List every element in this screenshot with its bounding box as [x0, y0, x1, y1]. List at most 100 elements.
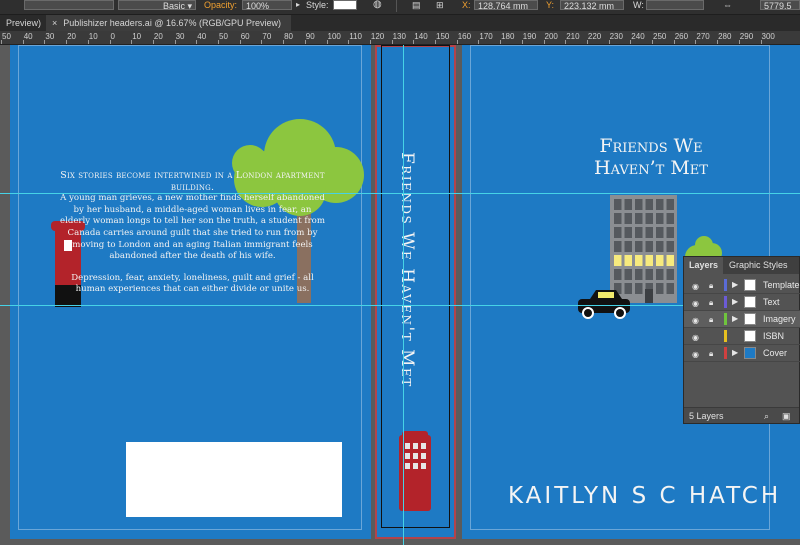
layer-row-cover[interactable]: ◉ 🔒︎ ▶ Cover	[684, 345, 800, 362]
front-title[interactable]: Friends We Haven’t Met	[590, 135, 712, 179]
link-icon[interactable]: ⇔	[723, 0, 732, 10]
layers-panel[interactable]: Layers Graphic Styles ◉ 🔒︎ ▶ Template ◉ 🔒︎ ▶ Te…	[683, 256, 800, 424]
brush-definition-dropdown[interactable]: Basic ▾	[118, 0, 196, 11]
building-window	[635, 241, 643, 252]
distribute-icon[interactable]: ⊞	[436, 0, 444, 10]
style-swatch[interactable]	[333, 0, 357, 10]
tab-label: Publishizer headers.ai @ 16.67% (RGB/GPU…	[63, 18, 281, 28]
opacity-dropdown-icon[interactable]: ▸	[296, 0, 300, 10]
vertical-guide[interactable]	[403, 45, 404, 545]
layer-name[interactable]: Imagery	[763, 314, 796, 324]
tab-publishizer-headers[interactable]: × Publishizer headers.ai @ 16.67% (RGB/GP…	[46, 15, 291, 31]
opacity-field[interactable]: 100%	[242, 0, 292, 11]
layer-thumbnail	[744, 330, 756, 342]
building-window	[635, 255, 643, 266]
layer-thumbnail	[744, 347, 756, 359]
building-window	[614, 199, 622, 210]
layer-color-swatch	[724, 279, 727, 291]
building-window	[624, 241, 632, 252]
horizontal-guide-top[interactable]	[0, 193, 800, 194]
tab-layers[interactable]: Layers	[684, 257, 724, 274]
back-cover-blurb[interactable]: Six stories become intertwined in a Lond…	[60, 170, 325, 296]
new-layer-icon[interactable]: ▣	[782, 408, 791, 424]
ruler-tick	[521, 40, 523, 44]
triangle-right-icon[interactable]: ▶	[732, 280, 738, 289]
eye-icon[interactable]: ◉	[692, 282, 699, 291]
ruler-tick-label: 270	[696, 32, 710, 41]
lock-icon[interactable]: 🔒︎	[709, 281, 713, 291]
ruler-tick-label: 210	[566, 32, 580, 41]
ruler-tick	[500, 40, 502, 44]
w-label: W:	[633, 0, 644, 10]
building-door	[645, 289, 653, 303]
ruler-tick	[44, 40, 46, 44]
w-readout[interactable]: 5779.5	[760, 0, 800, 11]
triangle-right-icon[interactable]: ▶	[732, 314, 738, 323]
lock-icon[interactable]: 🔒︎	[709, 349, 713, 359]
blurb-tail: Depression, fear, anxiety, loneliness, g…	[71, 272, 314, 295]
ruler-tick	[565, 40, 567, 44]
layer-name[interactable]: ISBN	[763, 331, 784, 341]
layer-row-isbn[interactable]: ◉ ISBN	[684, 328, 800, 345]
ruler-tick-label: 50	[2, 32, 11, 41]
building-window	[666, 269, 674, 280]
layer-row-text[interactable]: ◉ 🔒︎ ▶ Text	[684, 294, 800, 311]
building-window	[635, 213, 643, 224]
horizontal-guide-bottom[interactable]	[0, 305, 800, 306]
ruler-tick-label: 150	[436, 32, 450, 41]
layer-name[interactable]: Template	[763, 280, 800, 290]
ruler-tick	[22, 40, 24, 44]
recolor-icon[interactable]: ◍	[373, 0, 382, 10]
eye-icon[interactable]: ◉	[692, 316, 699, 325]
tab-preview[interactable]: Preview)	[0, 15, 44, 31]
close-icon[interactable]: ×	[52, 18, 57, 28]
tab-graphic-styles[interactable]: Graphic Styles	[724, 257, 793, 274]
triangle-right-icon[interactable]: ▶	[732, 348, 738, 357]
ruler-tick	[369, 40, 371, 44]
ruler-tick-label: 50	[219, 32, 228, 41]
triangle-right-icon[interactable]: ▶	[732, 297, 738, 306]
eye-icon[interactable]: ◉	[692, 350, 699, 359]
horizontal-ruler[interactable]: 50 40 30 20 10 0 10 20 30 40 50 60 70 80 90 100 110 120 13…	[0, 31, 800, 45]
layer-name[interactable]: Text	[763, 297, 780, 307]
opacity-label[interactable]: Opacity:	[204, 0, 237, 10]
eye-icon[interactable]: ◉	[692, 333, 699, 342]
lock-icon[interactable]: 🔒︎	[709, 315, 713, 325]
blurb-lead: Six stories become intertwined in a Lond…	[60, 170, 325, 193]
x-field[interactable]: 128.764 mm	[474, 0, 538, 11]
ruler-tick	[738, 40, 740, 44]
building-window	[624, 199, 632, 210]
layer-name[interactable]: Cover	[763, 348, 787, 358]
y-label: Y:	[546, 0, 555, 10]
spine-title[interactable]: Friends We Haven't Met	[397, 152, 417, 388]
ruler-tick-label: 220	[587, 32, 602, 41]
building-window	[635, 199, 643, 210]
front-title-line2: Haven’t Met	[594, 157, 708, 179]
ruler-tick	[586, 40, 588, 44]
ruler-tick-label: 250	[653, 32, 667, 41]
author-name[interactable]: KAITLYN S C HATCH	[508, 483, 781, 509]
layer-color-swatch	[724, 330, 727, 342]
ruler-tick	[239, 40, 241, 44]
w-field[interactable]	[646, 0, 704, 10]
ruler-tick-label: 260	[674, 32, 689, 41]
ruler-tick	[196, 40, 198, 44]
building-window	[656, 283, 664, 294]
lock-icon[interactable]: 🔒︎	[709, 298, 713, 308]
align-icon[interactable]: ▤	[412, 0, 421, 10]
layer-row-imagery[interactable]: ◉ 🔒︎ ▶ Imagery	[684, 311, 800, 328]
stroke-field[interactable]	[24, 0, 114, 10]
building-window	[645, 199, 653, 210]
ruler-tick-label: 170	[479, 32, 493, 41]
locate-object-icon[interactable]: ⌕	[764, 408, 769, 424]
artboard-canvas[interactable]: Six stories become intertwined in a Lond…	[0, 45, 800, 545]
ruler-tick	[608, 40, 610, 44]
building-window	[645, 255, 653, 266]
ruler-tick-label: 240	[631, 32, 645, 41]
brush-label: Basic	[162, 1, 185, 11]
ruler-tick	[283, 40, 285, 44]
layer-row-template[interactable]: ◉ 🔒︎ ▶ Template	[684, 277, 800, 294]
eye-icon[interactable]: ◉	[692, 299, 699, 308]
y-field[interactable]: 223.132 mm	[560, 0, 624, 11]
ruler-tick	[131, 40, 133, 44]
